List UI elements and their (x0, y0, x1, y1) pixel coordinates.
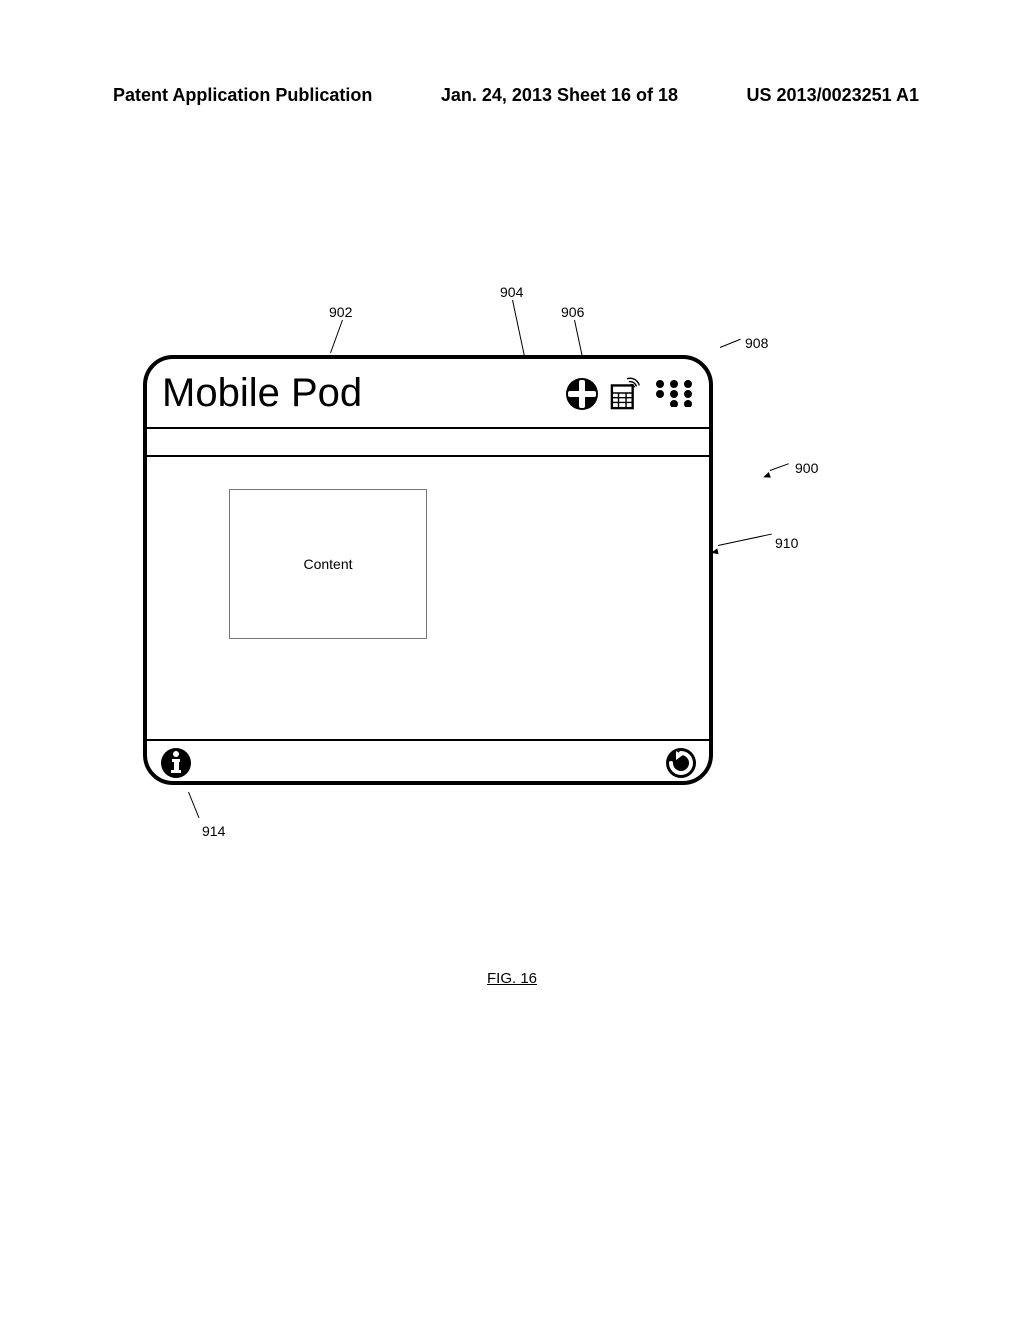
figure-caption: FIG. 16 (0, 970, 1024, 987)
phone-signal-icon[interactable] (608, 376, 646, 410)
leader-902 (330, 320, 343, 353)
label-904: 904 (500, 284, 523, 300)
window-title: Mobile Pod (162, 371, 564, 416)
header-center: Jan. 24, 2013 Sheet 16 of 18 (441, 85, 678, 106)
leader-910 (718, 534, 772, 546)
leader-914 (188, 792, 199, 818)
header-right: US 2013/0023251 A1 (747, 85, 919, 106)
header-bar: Mobile Pod (147, 359, 709, 429)
content-area: Content (147, 457, 709, 739)
device-frame: Mobile Pod (143, 355, 713, 785)
content-box: Content (229, 489, 427, 639)
leader-900 (770, 463, 789, 471)
header-icons (564, 375, 694, 411)
leader-908 (720, 339, 741, 348)
label-914: 914 (202, 823, 225, 839)
add-icon[interactable] (564, 375, 600, 411)
refresh-icon[interactable] (665, 747, 697, 779)
label-900: 900 (795, 460, 818, 476)
bottom-bar (147, 739, 709, 785)
menu-dots-icon[interactable] (654, 379, 694, 407)
label-910: 910 (775, 535, 798, 551)
label-906: 906 (561, 304, 584, 320)
content-box-label: Content (303, 556, 352, 572)
header-left: Patent Application Publication (113, 85, 372, 106)
label-908: 908 (745, 335, 768, 351)
info-icon[interactable] (159, 746, 193, 780)
arrow-900 (762, 472, 771, 480)
label-902: 902 (329, 304, 352, 320)
sub-bar (147, 429, 709, 457)
page-header: Patent Application Publication Jan. 24, … (113, 85, 919, 106)
